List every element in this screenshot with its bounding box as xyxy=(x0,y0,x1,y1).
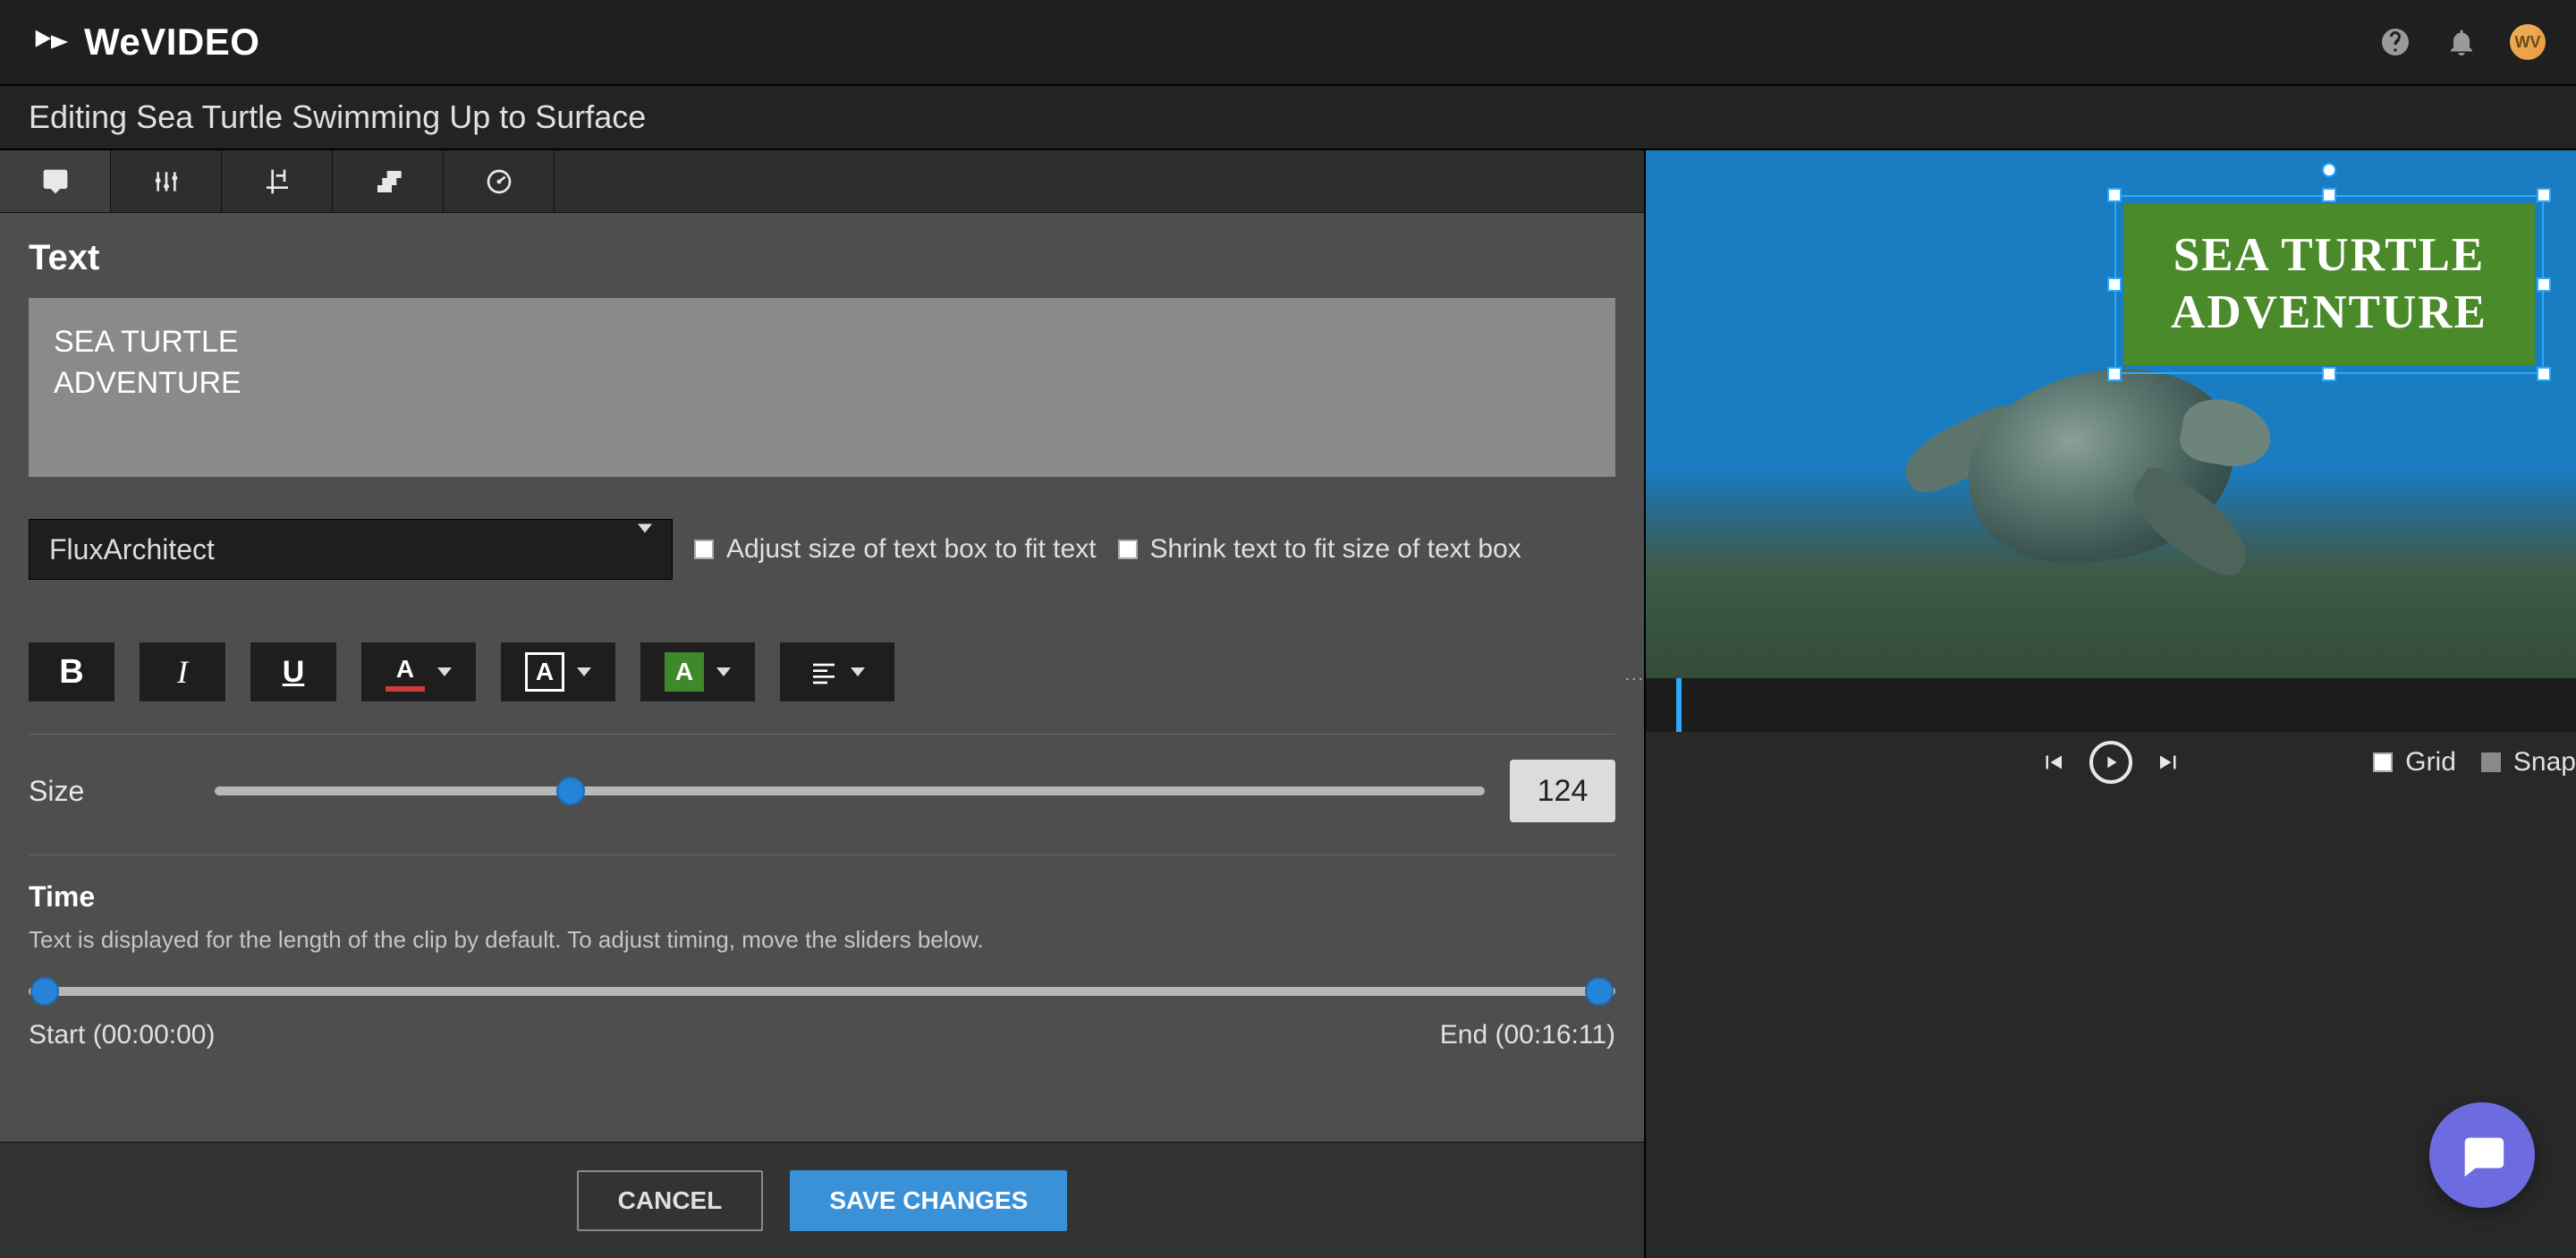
preview-timeline-strip[interactable] xyxy=(1646,678,2576,732)
panel-resize-handle[interactable]: ⋮ xyxy=(1623,669,1646,685)
size-value-input[interactable] xyxy=(1510,760,1615,822)
chevron-down-icon xyxy=(716,667,731,676)
size-slider[interactable] xyxy=(215,782,1485,800)
outline-color-button[interactable]: A xyxy=(501,642,615,701)
chevron-down-icon xyxy=(638,524,652,565)
grid-label: Grid xyxy=(2405,747,2456,778)
highlight-color-button[interactable]: A xyxy=(640,642,755,701)
editor-tabs xyxy=(0,150,1644,213)
adjust-box-checkbox[interactable]: Adjust size of text box to fit text xyxy=(694,534,1097,565)
resize-handle[interactable] xyxy=(2537,188,2551,202)
action-bar: CANCEL SAVE CHANGES xyxy=(0,1142,1644,1258)
help-icon[interactable] xyxy=(2377,24,2413,60)
chevron-down-icon xyxy=(851,667,865,676)
brand-name: WeVIDEO xyxy=(84,21,259,64)
align-left-icon xyxy=(809,658,838,686)
transport-bar: Grid Snap xyxy=(1646,732,2576,793)
tab-speed[interactable] xyxy=(444,150,555,212)
tab-crop[interactable] xyxy=(222,150,333,212)
text-content-input[interactable] xyxy=(29,298,1615,477)
save-button[interactable]: SAVE CHANGES xyxy=(790,1170,1067,1231)
time-help-text: Text is displayed for the length of the … xyxy=(29,926,1615,954)
snap-toggle[interactable]: Snap xyxy=(2481,747,2576,778)
rotate-handle[interactable] xyxy=(2322,163,2336,177)
resize-handle[interactable] xyxy=(2107,367,2122,381)
checkbox-icon xyxy=(2481,752,2501,772)
time-range-slider[interactable] xyxy=(29,982,1615,1000)
text-overlay-selection[interactable]: SEA TURTLE ADVENTURE xyxy=(2106,186,2553,383)
highlight-color-icon: A xyxy=(665,652,704,692)
brand-logo[interactable]: WeVIDEO xyxy=(30,21,259,64)
size-label: Size xyxy=(29,775,190,808)
time-start-label: Start (00:00:00) xyxy=(29,1020,215,1050)
notifications-icon[interactable] xyxy=(2444,24,2479,60)
resize-handle[interactable] xyxy=(2107,188,2122,202)
time-end-thumb[interactable] xyxy=(1585,977,1614,1006)
chevron-down-icon xyxy=(437,667,452,676)
next-frame-button[interactable] xyxy=(2156,749,2182,776)
divider xyxy=(29,734,1615,735)
prev-frame-button[interactable] xyxy=(2039,749,2066,776)
underline-button[interactable]: U xyxy=(250,642,336,701)
adjust-box-label: Adjust size of text box to fit text xyxy=(726,534,1097,565)
checkbox-icon xyxy=(1118,540,1138,559)
wevideo-logo-icon xyxy=(30,21,72,63)
italic-button[interactable]: I xyxy=(140,642,225,701)
checkbox-icon xyxy=(2373,752,2393,772)
video-preview[interactable]: SEA TURTLE ADVENTURE xyxy=(1646,150,2576,732)
alignment-button[interactable] xyxy=(780,642,894,701)
checkbox-icon xyxy=(694,540,714,559)
outline-color-icon: A xyxy=(525,652,564,692)
tab-adjust[interactable] xyxy=(111,150,222,212)
resize-handle[interactable] xyxy=(2537,277,2551,292)
cancel-button[interactable]: CANCEL xyxy=(577,1170,764,1231)
text-color-button[interactable]: A xyxy=(361,642,476,701)
shrink-text-label: Shrink text to fit size of text box xyxy=(1150,534,1521,565)
play-icon xyxy=(2101,752,2121,772)
time-end-label: End (00:16:11) xyxy=(1440,1020,1615,1050)
chevron-down-icon xyxy=(577,667,591,676)
resize-handle[interactable] xyxy=(2322,367,2336,381)
font-family-value: FluxArchitect xyxy=(49,533,215,566)
resize-handle[interactable] xyxy=(2322,188,2336,202)
avatar[interactable]: WV xyxy=(2510,24,2546,60)
snap-label: Snap xyxy=(2513,747,2576,778)
chat-support-button[interactable] xyxy=(2429,1102,2535,1208)
tab-text[interactable] xyxy=(0,150,111,212)
time-label: Time xyxy=(29,880,1615,914)
page-title: Editing Sea Turtle Swimming Up to Surfac… xyxy=(0,86,2576,150)
shrink-text-checkbox[interactable]: Shrink text to fit size of text box xyxy=(1118,534,1521,565)
divider xyxy=(29,854,1615,855)
panel-heading: Text xyxy=(29,238,1615,278)
tab-layers[interactable] xyxy=(333,150,444,212)
resize-handle[interactable] xyxy=(2537,367,2551,381)
play-button[interactable] xyxy=(2089,741,2132,784)
bold-button[interactable]: B xyxy=(29,642,114,701)
size-slider-thumb[interactable] xyxy=(556,777,585,805)
grid-toggle[interactable]: Grid xyxy=(2373,747,2456,778)
font-family-select[interactable]: FluxArchitect xyxy=(29,519,673,580)
text-format-toolbar: B I U A A A xyxy=(29,642,1615,701)
text-color-icon: A xyxy=(386,652,425,692)
resize-handle[interactable] xyxy=(2107,277,2122,292)
time-start-thumb[interactable] xyxy=(30,977,59,1006)
app-topbar: WeVIDEO WV xyxy=(0,0,2576,86)
chat-icon xyxy=(2456,1129,2508,1181)
